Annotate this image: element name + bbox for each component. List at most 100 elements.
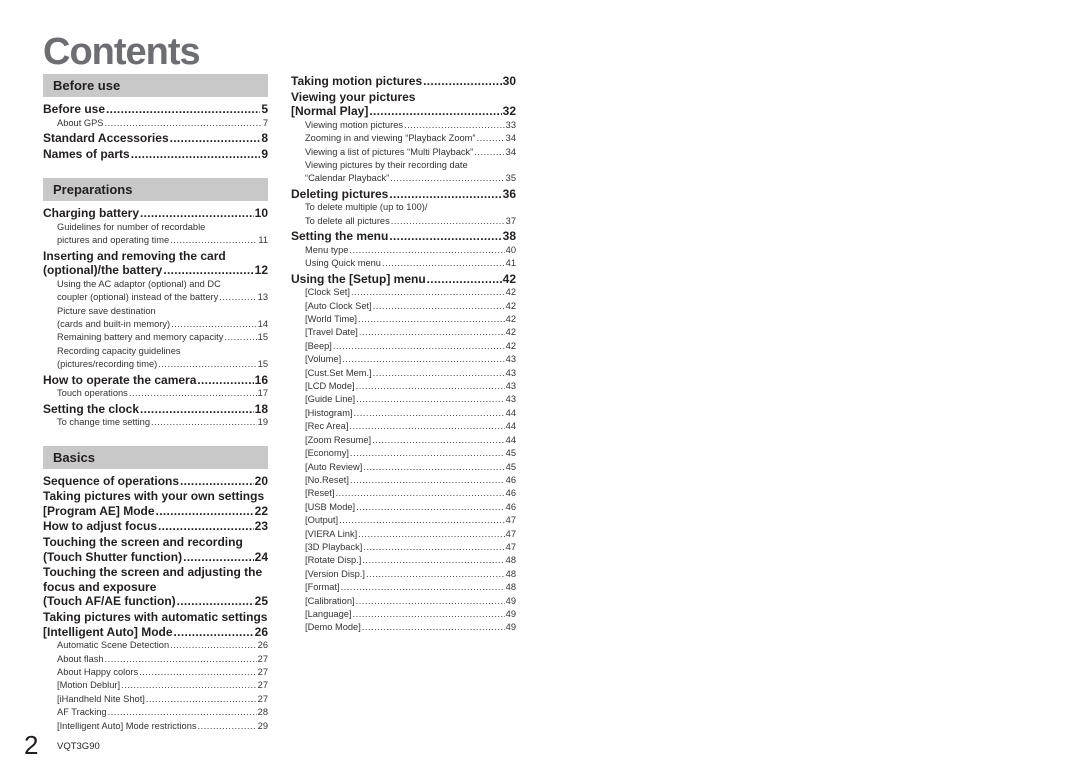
toc-entry-label: To delete all pictures [305,215,390,226]
toc-entry[interactable]: Taking motion pictures 30 [291,74,516,89]
toc-page-number: 18 [254,401,268,416]
toc-subentry[interactable]: Menu type 40 [291,244,516,257]
toc-subentry[interactable]: [Motion Deblur] 27 [43,679,268,692]
toc-entry[interactable]: Viewing your pictures[Normal Play] 32 [291,90,516,119]
toc-subentry[interactable]: [Format] 48 [291,581,516,594]
toc-entry[interactable]: Before use 5 [43,102,268,117]
toc-left-column: Before use Before use 5 About GPS 7 Standard … [43,74,268,733]
toc-page-number: 44 [505,421,516,432]
toc-subentry[interactable]: Picture save destination (cards and built… [43,305,268,332]
toc-subentry[interactable]: [iHandheld Nite Shot] 27 [43,693,268,706]
toc-subentry[interactable]: About Happy colors 27 [43,666,268,679]
toc-entry-label: Before use [43,102,106,116]
toc-subentry[interactable]: Using the AC adaptor (optional) and DC co… [43,278,268,305]
toc-subentry[interactable]: About GPS 7 [43,117,268,130]
toc-entry-line: Viewing your pictures [291,89,416,104]
toc-entry[interactable]: Names of parts 9 [43,147,268,162]
dot-leader [358,528,504,541]
toc-subentry[interactable]: [Version Disp.] 48 [291,568,516,581]
toc-entry-row: About flash 27 [43,653,268,666]
toc-entry-row: [VIERA Link] 47 [291,528,516,541]
toc-subentry[interactable]: Guidelines for number of recordable pictu… [43,221,268,248]
dot-leader [158,519,254,534]
toc-entry-label: (optional)/the battery [43,263,163,278]
toc-entry[interactable]: Standard Accessories 8 [43,131,268,146]
toc-subentry[interactable]: About flash 27 [43,653,268,666]
toc-subentry[interactable]: [Volume] 43 [291,353,516,366]
toc-entry-label: [Travel Date] [305,327,358,338]
toc-entry[interactable]: Taking pictures with automatic settings[… [43,610,268,639]
toc-subentry[interactable]: Recording capacity guidelines (pictures/r… [43,345,268,372]
toc-subentry[interactable]: Viewing a list of pictures “Multi Playba… [291,146,516,159]
toc-entry-row: AF Tracking 28 [43,706,268,719]
toc-subentry[interactable]: Touch operations 17 [43,387,268,400]
toc-entry-row: [Auto Review] 45 [291,461,516,474]
toc-page-number: 44 [505,434,516,445]
toc-section: Before use Before use 5 About GPS 7 Standard … [43,74,268,161]
toc-subentry[interactable]: [Clock Set] 42 [291,286,516,299]
toc-entry[interactable]: How to adjust focus 23 [43,519,268,534]
toc-subentry[interactable]: [World Time] 42 [291,313,516,326]
toc-entry-row: [Auto Clock Set] 42 [291,300,516,313]
toc-subentry[interactable]: [Zoom Resume] 44 [291,434,516,447]
toc-subentry[interactable]: [USB Mode] 46 [291,501,516,514]
toc-subentry[interactable]: [Language] 49 [291,608,516,621]
toc-entry-line: Taking pictures with automatic settings [43,609,268,624]
toc-subentry[interactable]: Viewing motion pictures 33 [291,119,516,132]
toc-page-number: 33 [505,119,516,130]
toc-subentry[interactable]: [LCD Mode] 43 [291,380,516,393]
toc-subentry[interactable]: [Rec Area] 44 [291,420,516,433]
toc-subentry[interactable]: [Rotate Disp.] 48 [291,554,516,567]
toc-subentry[interactable]: [No.Reset] 46 [291,474,516,487]
toc-subentry[interactable]: Zooming in and viewing “Playback Zoom” 34 [291,132,516,145]
toc-subentry[interactable]: [Output] 47 [291,514,516,527]
toc-entry[interactable]: Touching the screen and recording (Touch … [43,535,268,564]
toc-subentry[interactable]: [Auto Review] 45 [291,461,516,474]
toc-page-number: 43 [505,381,516,392]
toc-entry-label: Viewing a list of pictures “Multi Playba… [305,146,474,157]
toc-subentry[interactable]: [Guide Line] 43 [291,393,516,406]
toc-subentry[interactable]: AF Tracking 28 [43,706,268,719]
toc-right-column: Taking motion pictures 30 Viewing your pic… [291,73,516,635]
toc-entry[interactable]: Setting the clock 18 [43,402,268,417]
toc-entry-label: [Beep] [305,340,332,351]
toc-page-number: 45 [505,448,516,459]
toc-entry[interactable]: Taking pictures with your own settings [P… [43,489,268,518]
toc-subentry[interactable]: [Economy] 45 [291,447,516,460]
toc-subentry[interactable]: Automatic Scene Detection 26 [43,639,268,652]
toc-subentry[interactable]: To delete multiple (up to 100)/ To delete… [291,201,516,228]
toc-entry-row: [LCD Mode] 43 [291,380,516,393]
dot-leader [198,720,257,733]
dot-leader [342,353,504,366]
toc-subentry[interactable]: [3D Playback] 47 [291,541,516,554]
toc-subentry[interactable]: [VIERA Link] 47 [291,528,516,541]
toc-subentry[interactable]: To change time setting 19 [43,416,268,429]
toc-subentry[interactable]: [Travel Date] 42 [291,326,516,339]
toc-section: BasicsSequence of operations20Taking pic… [43,445,268,733]
toc-subentry[interactable]: [Histogram] 44 [291,407,516,420]
toc-entry[interactable]: Touching the screen and adjusting the foc… [43,565,268,609]
toc-entry[interactable]: Deleting pictures 36 [291,187,516,202]
toc-entry[interactable]: Using the [Setup] menu 42 [291,272,516,287]
toc-entry[interactable]: Setting the menu 38 [291,229,516,244]
toc-entry-row: Names of parts 9 [43,147,268,162]
toc-subentry[interactable]: [Intelligent Auto] Mode restrictions 29 [43,720,268,733]
toc-entry[interactable]: Inserting and removing the card (optional… [43,249,268,278]
toc-subentry[interactable]: [Beep] 42 [291,340,516,353]
toc-entry[interactable]: How to operate the camera 16 [43,373,268,388]
toc-subentry[interactable]: [Auto Clock Set] 42 [291,300,516,313]
toc-entry-label: [Intelligent Auto] Mode [43,624,173,639]
toc-entry-label: Viewing motion pictures [305,119,404,130]
dot-leader [151,416,257,429]
toc-entry[interactable]: Sequence of operations 20 [43,474,268,489]
toc-subentry[interactable]: Using Quick menu 41 [291,257,516,270]
toc-subentry[interactable]: [Reset] 46 [291,487,516,500]
toc-page-number: 15 [257,359,268,370]
toc-subentry[interactable]: [Demo Mode] 49 [291,621,516,634]
toc-subentry[interactable]: Remaining battery and memory capacity 15 [43,331,268,344]
toc-subentry[interactable]: [Cust.Set Mem.] 43 [291,367,516,380]
toc-subentry[interactable]: [Calibration] 49 [291,595,516,608]
toc-entry[interactable]: Charging battery 10 [43,206,268,221]
toc-subentry[interactable]: Viewing pictures by their recording date… [291,159,516,186]
toc-entry-label: [World Time] [305,314,358,325]
